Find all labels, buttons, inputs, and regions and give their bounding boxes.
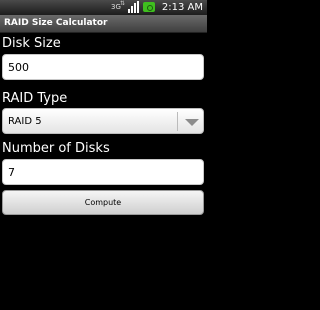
- clock: 2:13 AM: [161, 2, 203, 13]
- disk-size-field-container: [2, 54, 204, 80]
- dropdown-divider: [177, 112, 178, 131]
- disk-size-label: Disk Size: [2, 36, 61, 51]
- raid-type-selected: RAID 5: [8, 116, 42, 127]
- app-title-bar: RAID Size Calculator: [0, 15, 207, 33]
- raid-type-dropdown[interactable]: RAID 5: [2, 108, 204, 134]
- chevron-down-icon[interactable]: [185, 119, 199, 126]
- disk-size-input[interactable]: [8, 55, 193, 79]
- compute-button-label: Compute: [84, 198, 122, 207]
- number-of-disks-field-container: [2, 159, 204, 185]
- number-of-disks-label: Number of Disks: [2, 141, 110, 156]
- raid-type-label: RAID Type: [2, 91, 68, 106]
- battery-charging-icon: [143, 2, 155, 12]
- status-bar: 3G ⇅ 2:13 AM: [0, 0, 207, 15]
- 3g-data-icon: 3G ⇅: [111, 0, 126, 12]
- app-title: RAID Size Calculator: [4, 18, 108, 28]
- compute-button[interactable]: Compute: [2, 190, 204, 215]
- signal-strength-icon: [128, 1, 139, 13]
- number-of-disks-input[interactable]: [8, 160, 193, 184]
